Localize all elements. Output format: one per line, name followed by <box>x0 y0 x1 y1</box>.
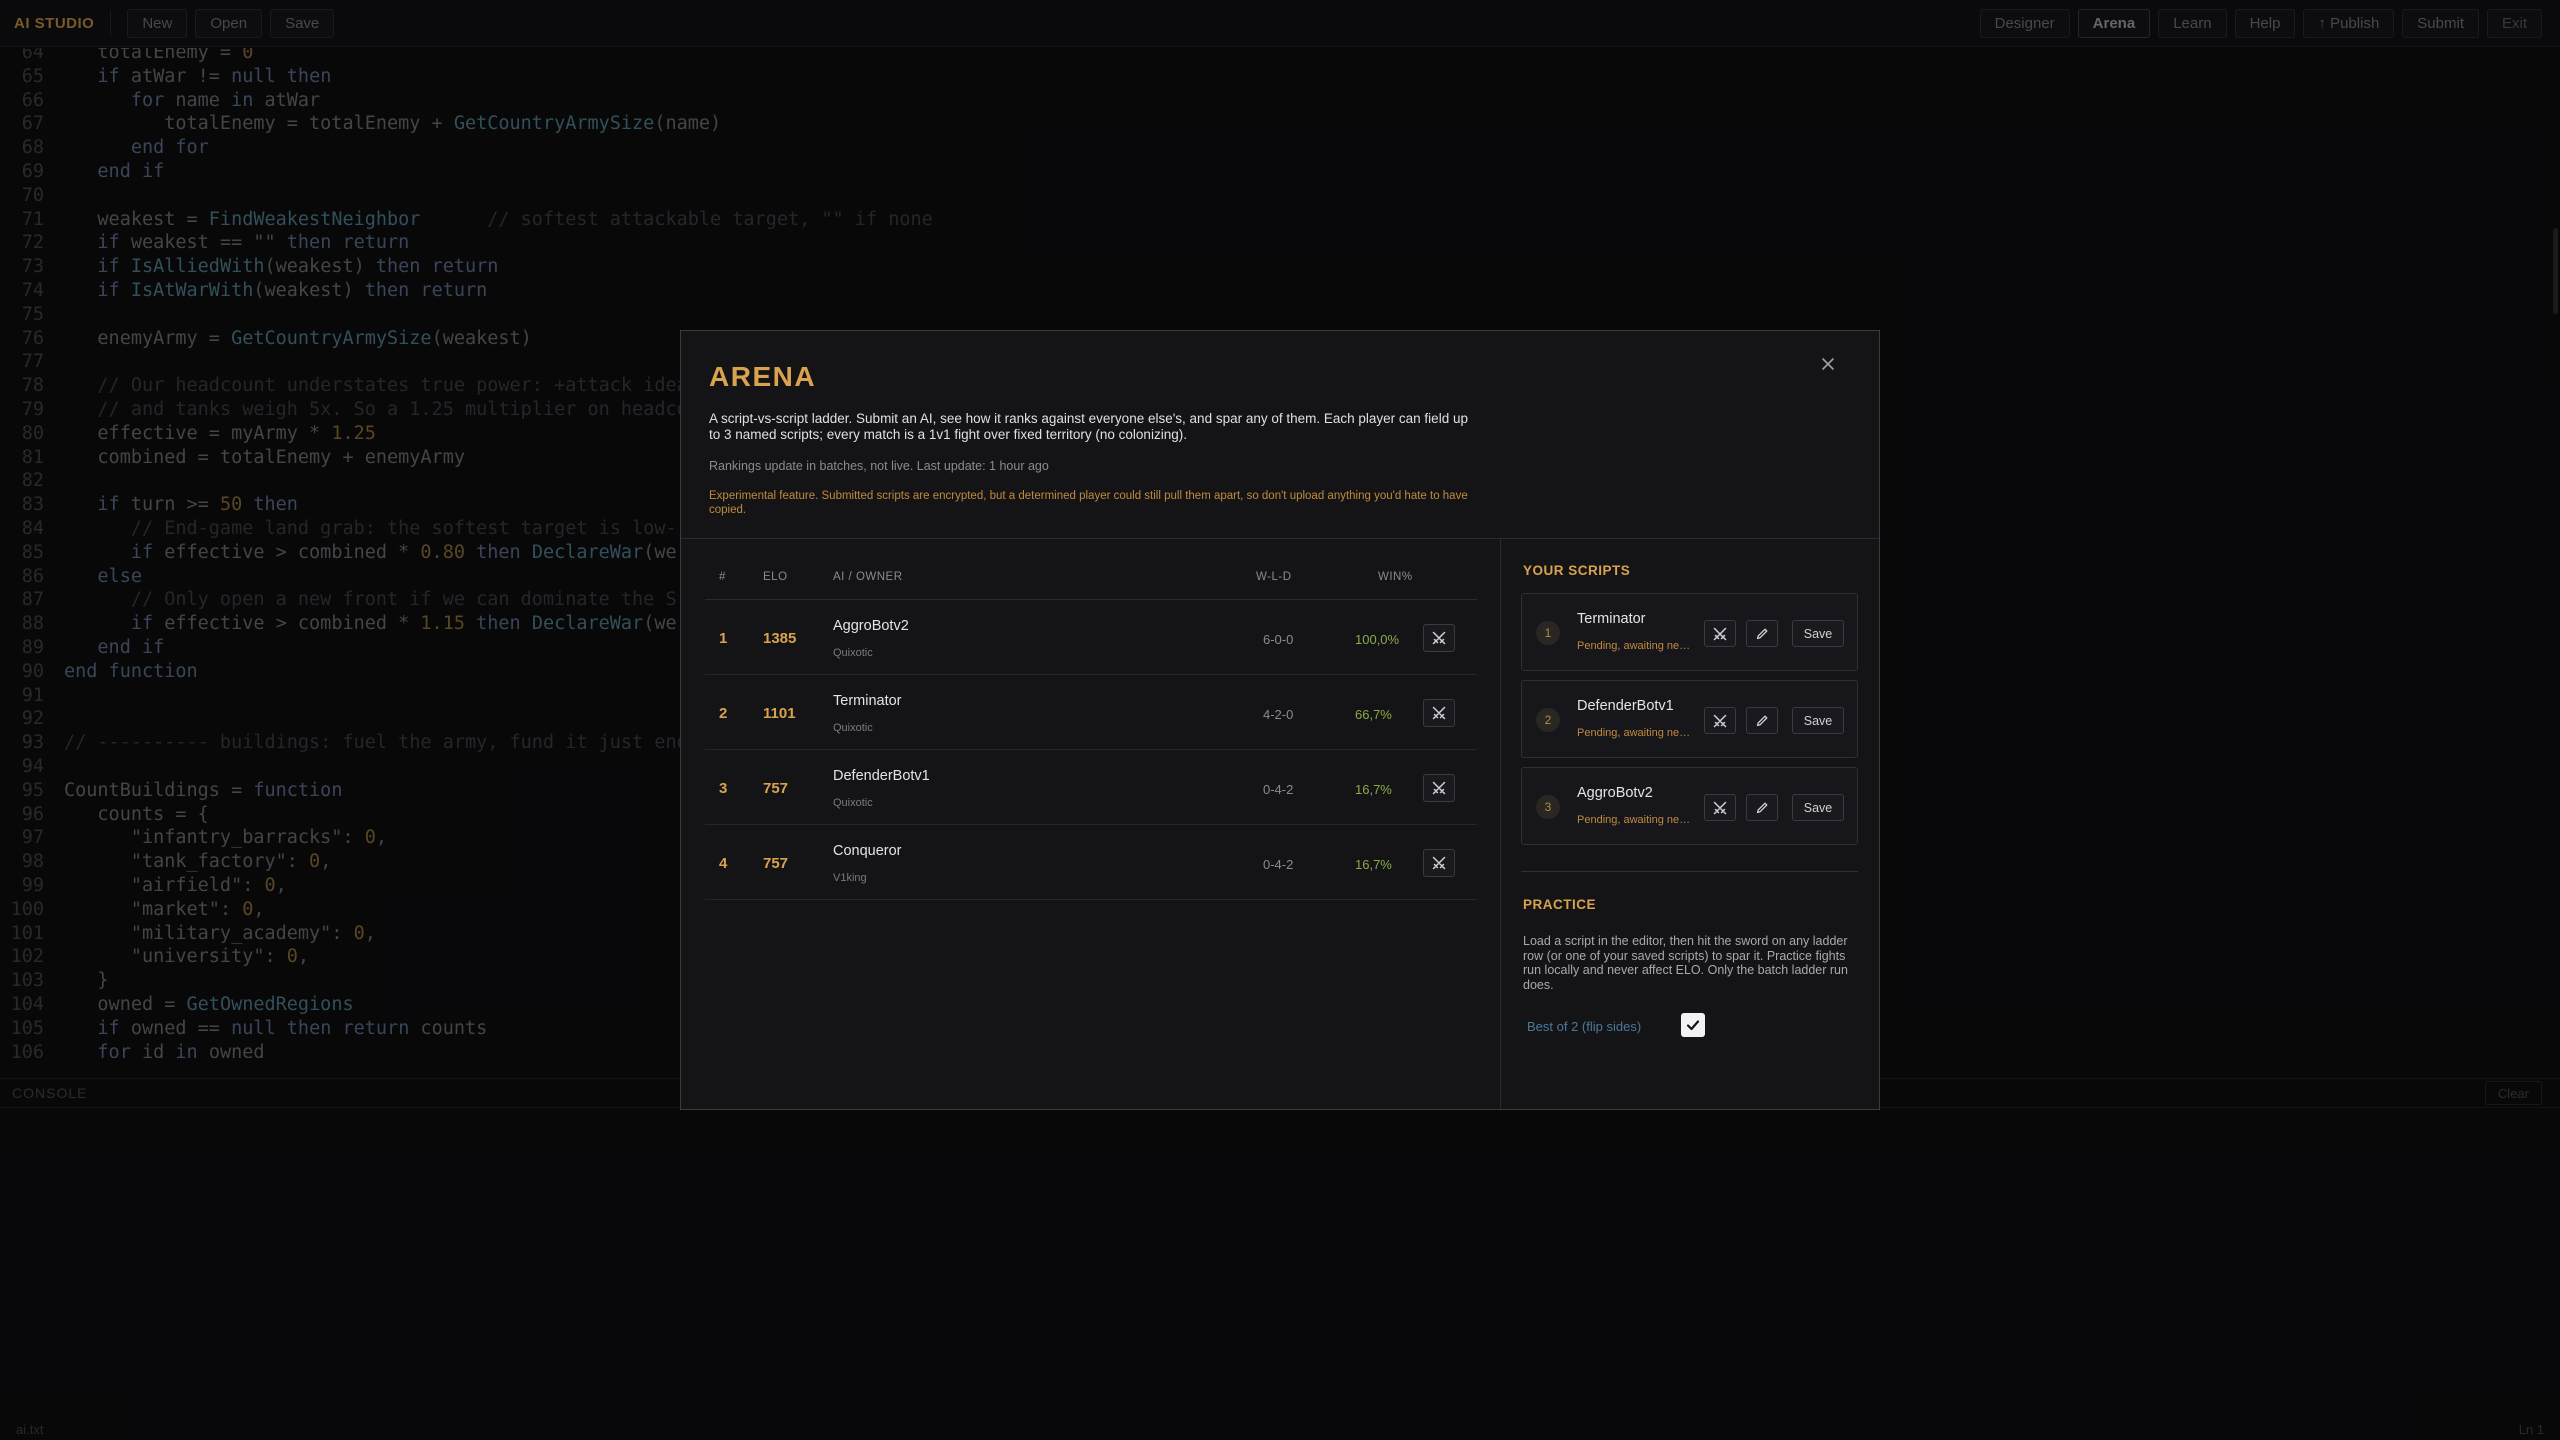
ladder-wld: 0-4-2 <box>1263 782 1294 797</box>
ladder-script-name: AggroBotv2 <box>833 618 909 634</box>
pencil-icon[interactable] <box>1746 707 1778 734</box>
modal-column-divider <box>1500 539 1501 1109</box>
script-card[interactable]: 3 AggroBotv2 Pending, awaiting next batch S… <box>1521 767 1858 845</box>
ladder-row[interactable]: 1 1385 AggroBotv2 Quixotic 6-0-0 100,0% <box>705 600 1477 675</box>
script-slot-number: 2 <box>1536 708 1560 732</box>
ladder-wld: 0-4-2 <box>1263 857 1294 872</box>
script-save-button[interactable]: Save <box>1792 794 1844 821</box>
crossed-swords-icon[interactable] <box>1704 794 1736 821</box>
experimental-warning: Experimental feature. Submitted scripts … <box>709 490 1468 516</box>
best-of-two-label[interactable]: Best of 2 (flip sides) <box>1527 1019 1641 1034</box>
checkmark-icon <box>1686 1020 1700 1031</box>
ladder-owner: Quixotic <box>833 647 873 659</box>
ladder-winrate: 100,0% <box>1355 632 1400 647</box>
ladder-owner: V1king <box>833 872 867 884</box>
modal-description: A script-vs-script ladder. Submit an AI,… <box>709 411 1468 442</box>
ladder-rank: 3 <box>719 780 728 797</box>
script-name: DefenderBotv1 <box>1577 698 1674 714</box>
modal-title: ARENA <box>709 361 817 392</box>
ladder-script-name: Conqueror <box>833 843 902 859</box>
ladder-wld: 6-0-0 <box>1263 632 1294 647</box>
crossed-swords-icon[interactable] <box>1423 774 1455 802</box>
ladder-row[interactable]: 3 757 DefenderBotv1 Quixotic 0-4-2 16,7% <box>705 750 1477 825</box>
practice-title: PRACTICE <box>1523 897 1597 912</box>
close-icon[interactable] <box>1813 349 1843 379</box>
header-rank: # <box>719 571 726 583</box>
script-save-button[interactable]: Save <box>1792 707 1844 734</box>
practice-description: Load a script in the editor, then hit th… <box>1523 934 1848 992</box>
script-save-button[interactable]: Save <box>1792 620 1844 647</box>
right-panel-divider <box>1521 871 1858 872</box>
ladder-rank: 2 <box>719 705 728 722</box>
script-status: Pending, awaiting next batch <box>1577 640 1695 652</box>
crossed-swords-icon[interactable] <box>1704 620 1736 647</box>
ladder-winrate: 16,7% <box>1355 857 1392 872</box>
crossed-swords-icon[interactable] <box>1423 624 1455 652</box>
crossed-swords-icon[interactable] <box>1423 849 1455 877</box>
ladder-elo: 1385 <box>763 630 797 647</box>
header-owner: AI / OWNER <box>833 571 903 583</box>
ladder-owner: Quixotic <box>833 797 873 809</box>
pencil-icon[interactable] <box>1746 620 1778 647</box>
ladder-winrate: 66,7% <box>1355 707 1392 722</box>
header-win: WIN% <box>1378 571 1413 583</box>
script-card[interactable]: 1 Terminator Pending, awaiting next batch S… <box>1521 593 1858 671</box>
ladder-row[interactable]: 4 757 Conqueror V1king 0-4-2 16,7% <box>705 825 1477 900</box>
ladder-script-name: Terminator <box>833 693 902 709</box>
crossed-swords-icon[interactable] <box>1423 699 1455 727</box>
ladder-rank: 4 <box>719 855 728 872</box>
ladder-rank: 1 <box>719 630 728 647</box>
script-slot-number: 3 <box>1536 795 1560 819</box>
script-status: Pending, awaiting next batch <box>1577 727 1695 739</box>
your-scripts-title: YOUR SCRIPTS <box>1523 563 1631 578</box>
ladder-script-name: DefenderBotv1 <box>833 768 930 784</box>
ladder-row[interactable]: 2 1101 Terminator Quixotic 4-2-0 66,7% <box>705 675 1477 750</box>
modal-header-divider <box>681 538 1879 539</box>
script-name: AggroBotv2 <box>1577 785 1653 801</box>
crossed-swords-icon[interactable] <box>1704 707 1736 734</box>
header-elo: ELO <box>763 571 788 583</box>
best-of-two-checkbox[interactable] <box>1681 1013 1705 1037</box>
script-card[interactable]: 2 DefenderBotv1 Pending, awaiting next bat… <box>1521 680 1858 758</box>
pencil-icon[interactable] <box>1746 794 1778 821</box>
ladder-elo: 757 <box>763 855 789 872</box>
rankings-note: Rankings update in batches, not live. La… <box>709 459 1049 473</box>
ladder-elo: 1101 <box>763 705 796 722</box>
script-name: Terminator <box>1577 611 1646 627</box>
ladder-winrate: 16,7% <box>1355 782 1392 797</box>
ladder-owner: Quixotic <box>833 722 873 734</box>
ladder-wld: 4-2-0 <box>1263 707 1294 722</box>
ladder-elo: 757 <box>763 780 789 797</box>
arena-modal: ARENA A script-vs-script ladder. Submit … <box>680 330 1880 1110</box>
script-slot-number: 1 <box>1536 621 1560 645</box>
script-status: Pending, awaiting next batch <box>1577 814 1695 826</box>
header-wld: W-L-D <box>1256 571 1292 583</box>
